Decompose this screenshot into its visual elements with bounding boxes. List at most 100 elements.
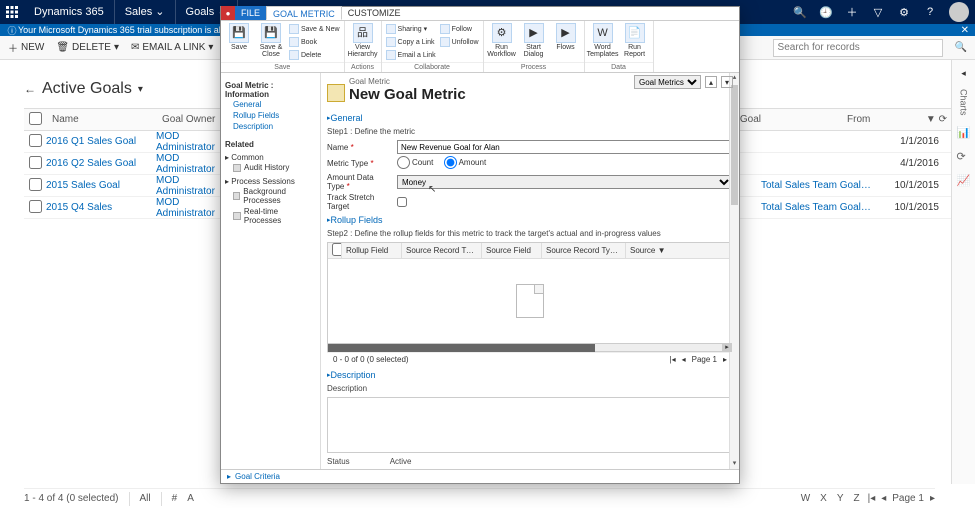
rb-flows[interactable]: ▶Flows — [552, 23, 580, 58]
form-picker[interactable]: Goal Metrics — [634, 75, 701, 89]
product-name[interactable]: Dynamics 365 — [24, 0, 115, 24]
rb-book[interactable]: Book — [289, 36, 340, 48]
tab-goal-metric[interactable]: GOAL METRIC — [266, 6, 342, 20]
sg-col-srctype[interactable]: Source Record Type — [402, 243, 482, 259]
rb-start-dialog[interactable]: ▶Start Dialog — [520, 23, 548, 58]
row-name[interactable]: 2015 Sales Goal — [46, 180, 156, 191]
subgrid-select-all[interactable] — [332, 243, 342, 256]
section-general[interactable]: General — [327, 113, 733, 123]
metric-type-count[interactable]: Count — [397, 156, 433, 169]
rb-sharing[interactable]: Sharing ▾ — [386, 23, 436, 35]
section-rollup[interactable]: Rollup Fields — [327, 215, 733, 225]
rail-chart-icon[interactable]: 📊 — [957, 126, 971, 140]
nav-process-sessions[interactable]: ▸ Process Sessions — [225, 177, 316, 186]
row-checkbox[interactable] — [29, 178, 42, 191]
filter-icon[interactable]: ▼ — [926, 114, 936, 125]
rb-save-close[interactable]: 💾Save & Close — [257, 23, 285, 61]
notification-close[interactable]: ✕ — [961, 25, 969, 36]
rb-run-report[interactable]: 📄Run Report — [621, 23, 649, 58]
row-checkbox[interactable] — [29, 156, 42, 169]
rb-delete[interactable]: Delete — [289, 49, 340, 61]
sg-filter-icon[interactable]: ▼ — [658, 246, 666, 255]
alpha-y[interactable]: Y — [837, 493, 844, 504]
rail-refresh-icon[interactable]: ⟳ — [957, 150, 971, 164]
filter-all[interactable]: All — [140, 493, 151, 504]
rb-follow[interactable]: Follow — [440, 23, 479, 35]
scroll-down-icon[interactable]: ▾ — [730, 459, 739, 469]
rb-email-link[interactable]: Email a Link — [386, 49, 436, 61]
row-name[interactable]: 2016 Q2 Sales Goal — [46, 158, 156, 169]
chevron-down-icon[interactable]: ▾ — [138, 84, 143, 95]
sg-col-rollup[interactable]: Rollup Field — [342, 243, 402, 259]
row-owner[interactable]: MOD Administrator — [156, 131, 226, 153]
refresh-icon[interactable]: ⟳ — [939, 114, 947, 125]
search-icon[interactable]: 🔍 — [787, 0, 813, 24]
footer-goal-criteria[interactable]: Goal Criteria — [235, 472, 280, 481]
page-prev-icon[interactable]: ◂ — [881, 493, 886, 504]
row-owner[interactable]: MOD Administrator — [156, 175, 226, 197]
col-from[interactable]: From — [841, 114, 911, 125]
row-owner[interactable]: MOD Administrator — [156, 153, 226, 175]
rail-collapse-icon[interactable]: ◂ — [961, 68, 966, 79]
form-picker-up-icon[interactable]: ▴ — [705, 76, 717, 88]
nav-rollup[interactable]: Rollup Fields — [225, 110, 316, 121]
settings-icon[interactable]: ⚙ — [891, 0, 917, 24]
nav-bg-processes[interactable]: Background Processes — [225, 186, 316, 206]
col-owner[interactable]: Goal Owner — [156, 114, 226, 125]
alpha-z[interactable]: Z — [854, 493, 860, 504]
area-name[interactable]: Sales ⌄ — [115, 0, 176, 24]
scroll-thumb[interactable] — [731, 85, 738, 205]
sg-page-prev-icon[interactable]: ◂ — [682, 355, 686, 364]
alpha-a-start[interactable]: A — [187, 493, 194, 504]
form-picker-down-icon[interactable]: ▾ — [721, 76, 733, 88]
rb-run-workflow[interactable]: ⚙Run Workflow — [488, 23, 516, 58]
hscroll-thumb[interactable] — [328, 344, 595, 352]
page-first-icon[interactable]: |◂ — [868, 493, 876, 504]
rb-unfollow[interactable]: Unfollow — [440, 36, 479, 48]
row-name[interactable]: 2016 Q1 Sales Goal — [46, 136, 156, 147]
rb-copy-link[interactable]: Copy a Link — [386, 36, 436, 48]
nav-rt-processes[interactable]: Real-time Processes — [225, 206, 316, 226]
nav-common[interactable]: ▸ Common — [225, 153, 316, 162]
tab-file[interactable]: FILE — [235, 6, 266, 20]
track-stretch-checkbox[interactable] — [397, 197, 407, 207]
app-launcher[interactable] — [0, 0, 24, 24]
description-textarea[interactable] — [327, 397, 733, 453]
cmd-email-link[interactable]: ✉ EMAIL A LINK ▾ — [131, 42, 213, 53]
page-next-icon[interactable]: ▸ — [930, 493, 935, 504]
add-icon[interactable]: ＋ — [839, 0, 865, 24]
hscroll-right-icon[interactable]: ▸ — [722, 344, 732, 352]
recent-icon[interactable]: 🕘 — [813, 0, 839, 24]
nav-general[interactable]: General — [225, 99, 316, 110]
row-parent[interactable]: Total Sales Team Goal… — [761, 180, 881, 191]
rb-save-new[interactable]: Save & New — [289, 23, 340, 35]
nav-audit[interactable]: Audit History — [225, 162, 316, 173]
rb-view-hierarchy[interactable]: 品View Hierarchy — [349, 23, 377, 58]
metric-type-amount[interactable]: Amount — [444, 156, 487, 169]
search-records-input[interactable] — [773, 39, 943, 57]
cmd-new[interactable]: ＋ NEW — [8, 40, 44, 55]
row-checkbox[interactable] — [29, 200, 42, 213]
alpha-hash[interactable]: # — [172, 493, 178, 504]
sg-page-first-icon[interactable]: |◂ — [670, 355, 676, 364]
section-description[interactable]: Description — [327, 370, 733, 380]
sg-col-source[interactable]: Source ▼ — [626, 243, 732, 259]
select-all-checkbox[interactable] — [29, 112, 42, 125]
row-parent[interactable]: Total Sales Team Goal… — [761, 202, 881, 213]
rail-bar-icon[interactable]: 📈 — [957, 174, 971, 188]
row-owner[interactable]: MOD Administrator — [156, 197, 226, 219]
back-icon[interactable]: ← — [24, 82, 36, 96]
row-name[interactable]: 2015 Q4 Sales — [46, 202, 156, 213]
cmd-delete[interactable]: 🗑 DELETE ▾ — [56, 42, 119, 53]
sg-page-next-icon[interactable]: ▸ — [723, 355, 727, 364]
alpha-w[interactable]: W — [801, 493, 810, 504]
tab-customize[interactable]: CUSTOMIZE — [342, 6, 407, 20]
sg-col-srctypes[interactable]: Source Record Type S… — [542, 243, 626, 259]
user-avatar[interactable] — [949, 2, 969, 22]
alpha-x[interactable]: X — [820, 493, 827, 504]
rb-save[interactable]: 💾Save — [225, 23, 253, 61]
search-go-icon[interactable]: 🔍 — [955, 42, 967, 53]
help-icon[interactable]: ? — [917, 0, 943, 24]
filter-icon[interactable]: ▽ — [865, 0, 891, 24]
name-input[interactable] — [397, 140, 733, 154]
